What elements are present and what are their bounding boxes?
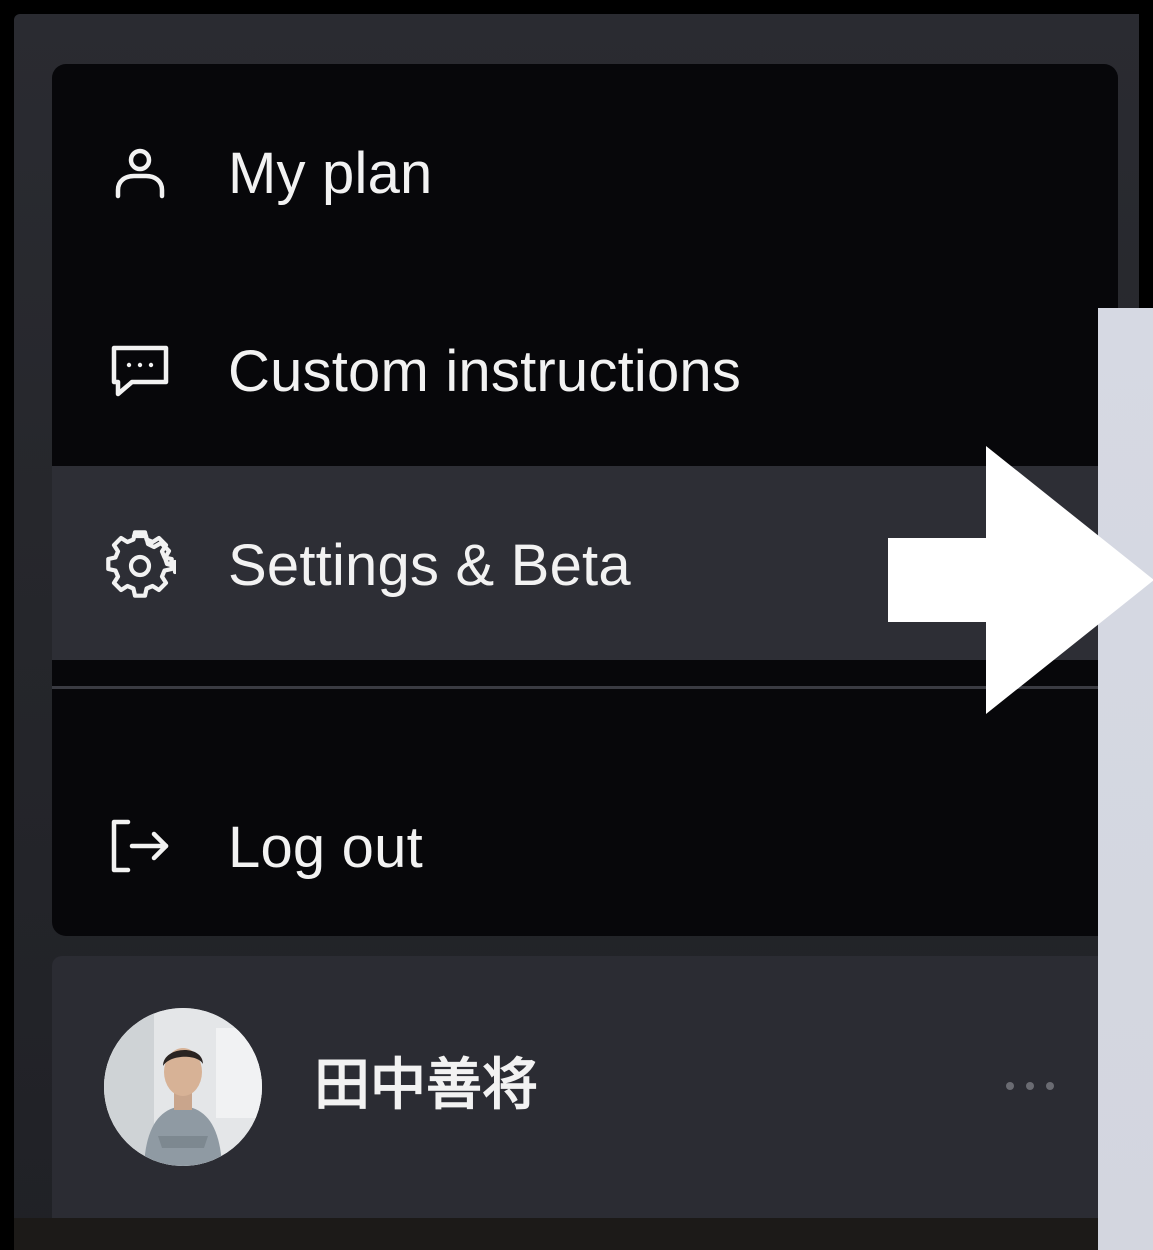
arrow-right-icon	[888, 446, 1153, 714]
user-profile-row[interactable]: 田中善将	[52, 956, 1118, 1218]
avatar[interactable]	[104, 1008, 262, 1166]
menu-item-my-plan[interactable]: My plan	[52, 86, 1118, 278]
chat-bubble-icon	[104, 334, 176, 406]
ellipsis-icon[interactable]	[1000, 1072, 1060, 1100]
bottom-edge	[14, 1218, 1098, 1250]
logout-icon	[104, 810, 176, 882]
screenshot-frame: My plan Custom instructions Settings & B…	[0, 0, 1153, 1250]
user-icon	[104, 138, 176, 210]
menu-item-label: Log out	[228, 815, 423, 880]
menu-item-label: Custom instructions	[228, 339, 742, 404]
menu-item-custom-instructions[interactable]: Custom instructions	[52, 278, 1118, 470]
menu-item-label: Settings & Beta	[228, 533, 631, 598]
menu-item-label: My plan	[228, 141, 433, 206]
gear-icon	[104, 528, 176, 600]
menu-item-log-out[interactable]: Log out	[52, 724, 1118, 924]
user-name: 田中善将	[314, 1053, 538, 1118]
